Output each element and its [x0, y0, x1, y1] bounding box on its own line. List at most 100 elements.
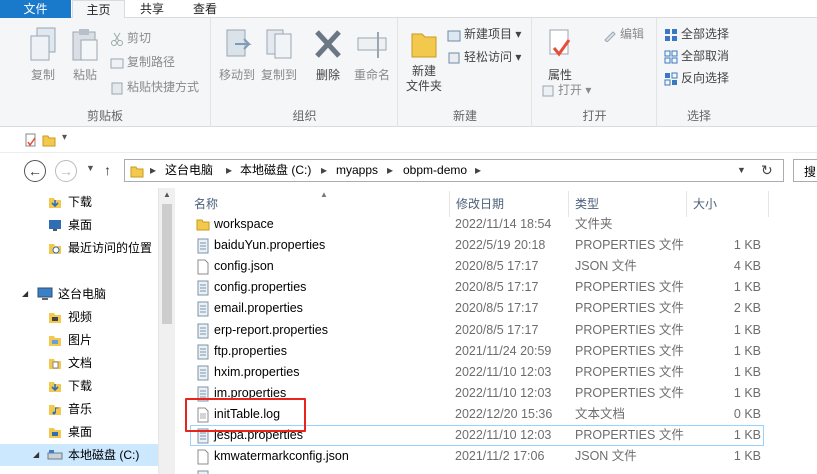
nav-item-local-disk[interactable]: ◢ 本地磁盘 (C:) [0, 444, 158, 466]
paste-button[interactable]: 粘贴 [62, 26, 108, 83]
organize-group-label: 组织 [292, 109, 317, 123]
breadcrumb-separator[interactable]: ▸ [475, 160, 481, 181]
tab-file[interactable]: 文件 [0, 0, 71, 18]
desktop-icon [49, 220, 61, 231]
nav-scrollbar[interactable]: ▲ [158, 188, 175, 474]
file-name: baiduYun.properties [214, 238, 326, 253]
move-to-button[interactable]: 移动到 [216, 26, 258, 83]
cut-button[interactable]: 剪切 [110, 28, 151, 48]
copy-path-button[interactable]: 复制路径 [110, 52, 175, 72]
select-all-label: 全部选择 [681, 27, 730, 41]
forward-button[interactable]: → [55, 160, 77, 182]
easy-access-button[interactable]: 轻松访问 ▾ [447, 47, 521, 67]
up-arrow-icon[interactable]: ↑ [104, 162, 111, 178]
paste-icon [72, 29, 98, 61]
select-none-label: 全部取消 [681, 49, 730, 63]
delete-label: 删除 [315, 68, 340, 82]
forward-arrow-icon: → [59, 163, 73, 179]
breadcrumb-separator[interactable]: ▸ [387, 160, 393, 181]
properties-quick-icon[interactable] [24, 133, 38, 147]
new-item-button[interactable]: 新建项目 ▾ [447, 24, 521, 44]
ribbon: 复制 粘贴 剪切 复制路径 粘贴快捷方式 剪贴板 移动到 复制到 删除 重命名 … [0, 18, 817, 127]
file-size: 1 KB [733, 385, 761, 400]
delete-button[interactable]: 删除 [308, 26, 348, 83]
file-name: hxim.properties [214, 364, 300, 379]
breadcrumb-this-pc[interactable]: 这台电脑 [165, 160, 213, 181]
rename-button[interactable]: 重命名 [348, 26, 396, 83]
paste-shortcut-button[interactable]: 粘贴快捷方式 [110, 77, 199, 97]
copy-label: 复制 [30, 68, 55, 82]
edit-icon [604, 31, 616, 43]
expand-arrow-icon[interactable]: ◢ [33, 444, 39, 466]
invert-selection-button[interactable]: 反向选择 [664, 68, 729, 88]
tab-home[interactable]: 主页 [72, 0, 125, 19]
address-row: ← → ▼ ↑ ▸ 这台电脑 ▸ 本地磁盘 (C:) ▸ myapps ▸ ob… [0, 155, 817, 187]
file-size: 1 KB [733, 238, 761, 253]
table-row[interactable]: workspace 2022/11/14 18:54 文件夹 [176, 214, 817, 235]
breadcrumb-separator[interactable]: ▸ [321, 160, 327, 181]
breadcrumb-separator[interactable]: ▸ [150, 160, 156, 181]
address-dropdown-icon[interactable]: ▼ [737, 160, 746, 181]
file-name: kmwatermarkconfig.json [214, 449, 349, 464]
folder-quick-icon[interactable] [42, 133, 56, 147]
copy-to-button[interactable]: 复制到 [258, 26, 300, 83]
table-row[interactable]: kmwatermarkconfig.json 2021/11/2 17:06 JSO… [176, 446, 817, 467]
table-row[interactable]: email.properties 2020/8/5 17:17 PROPERTIES… [176, 298, 817, 319]
breadcrumb-local-disk[interactable]: 本地磁盘 (C:) [240, 160, 311, 181]
scroll-up-icon[interactable]: ▲ [163, 190, 171, 199]
table-row[interactable]: ftp.properties 2021/11/24 20:59 PROPERTIES… [176, 341, 817, 362]
back-button[interactable]: ← [24, 160, 46, 182]
ribbon-tab-bar: 文件 主页 共享 查看 [0, 0, 817, 19]
breadcrumb-separator[interactable]: ▸ [226, 160, 232, 181]
breadcrumb-obpm-demo[interactable]: obpm-demo [403, 160, 467, 181]
tab-share[interactable]: 共享 [127, 0, 177, 18]
folder-icon [130, 166, 144, 178]
invert-selection-label: 反向选择 [681, 71, 730, 85]
file-name: erp-report.properties [214, 322, 328, 337]
new-folder-button[interactable]: 新建 文件夹 [401, 26, 447, 94]
desktop-icon [49, 428, 61, 438]
breadcrumb-myapps[interactable]: myapps [336, 160, 378, 181]
expand-arrow-icon[interactable]: ◢ [22, 283, 28, 305]
table-row[interactable]: baiduYun.properties 2022/5/19 20:18 PROPER… [176, 235, 817, 256]
qat-dropdown-icon[interactable]: ▾ [62, 132, 67, 143]
table-row[interactable]: hxim.properties 2022/11/10 12:03 PROPERTIE… [176, 362, 817, 383]
quick-access-toolbar: ▾ [0, 128, 817, 153]
file-date: 2020/8/5 17:17 [455, 280, 539, 295]
file-explorer-window: 文件 主页 共享 查看 复制 粘贴 剪切 复制路径 粘贴快捷方式 剪贴板 移动到… [0, 0, 817, 474]
properties-button[interactable]: 属性 [539, 26, 581, 83]
copy-to-icon [266, 29, 292, 59]
invert-selection-icon [664, 72, 678, 86]
recent-locations-icon[interactable]: ▼ [86, 163, 95, 173]
copy-button[interactable]: 复制 [18, 26, 68, 83]
clipboard-group-label: 剪贴板 [86, 109, 123, 123]
select-all-button[interactable]: 全部选择 [664, 24, 729, 44]
file-date: 2020/8/5 17:17 [455, 322, 539, 337]
table-row[interactable]: config.json 2020/8/5 17:17 JSON 文件 4 KB [176, 256, 817, 277]
address-bar[interactable]: ▸ 这台电脑 ▸ 本地磁盘 (C:) ▸ myapps ▸ obpm-demo … [124, 159, 784, 182]
edit-button[interactable]: 编辑 [603, 24, 644, 44]
file-type: JSON 文件 [575, 449, 637, 464]
table-row[interactable]: config.properties 2020/8/5 17:17 PROPERTIE… [176, 277, 817, 298]
select-none-button[interactable]: 全部取消 [664, 46, 729, 66]
new-folder-label: 新建 文件夹 [405, 64, 442, 93]
file-date: 2022/5/19 20:18 [455, 238, 546, 253]
nav-label: 下载 [68, 379, 93, 393]
file-size: 1 KB [733, 449, 761, 464]
tab-view[interactable]: 查看 [178, 0, 232, 18]
copy-path-icon [110, 58, 124, 69]
nav-scroll-thumb[interactable] [162, 204, 172, 324]
file-size [696, 467, 761, 474]
table-row[interactable]: erp-report.properties 2020/8/5 17:17 PROPE… [176, 320, 817, 341]
properties-file-icon [196, 280, 210, 299]
table-row[interactable] [176, 467, 817, 474]
nav-label: 文档 [68, 356, 93, 370]
file-date: 2022/11/10 12:03 [455, 385, 552, 400]
refresh-icon[interactable]: ↻ [761, 160, 773, 181]
open-button[interactable]: 打开 ▾ [541, 80, 591, 100]
delete-x-icon [315, 30, 341, 58]
file-size: 2 KB [733, 301, 761, 316]
download-icon [49, 382, 61, 392]
nav-label: 这台电脑 [58, 287, 107, 301]
search-box[interactable]: 搜 [793, 159, 817, 182]
